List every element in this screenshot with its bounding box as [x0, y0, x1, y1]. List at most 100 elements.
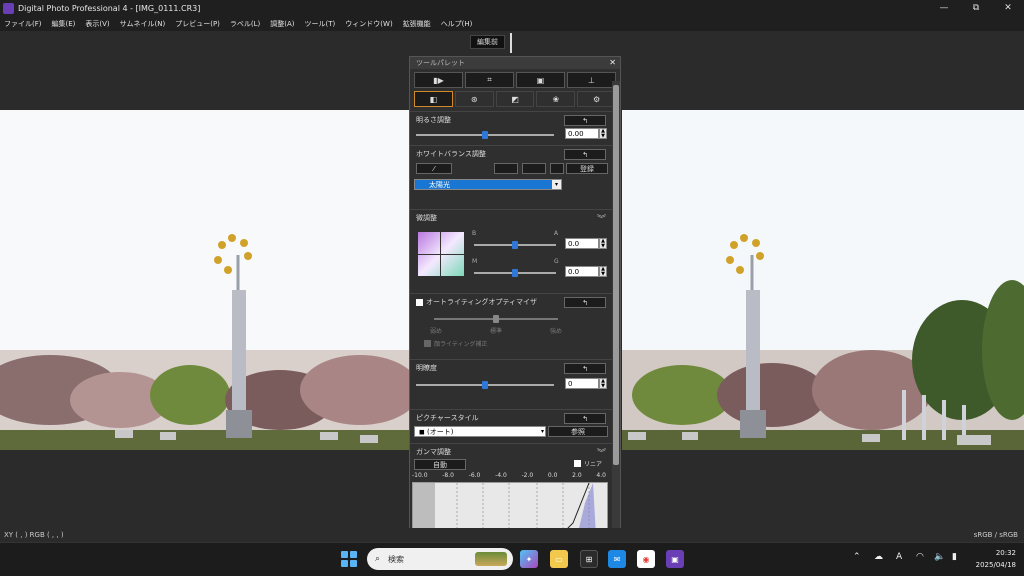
volume-icon[interactable]: 🔈: [934, 552, 945, 562]
palette-tabs-row2: ◧ ⊛ ◩ ❀ ⚙: [410, 88, 620, 107]
clarity-reset-button[interactable]: ↰: [564, 363, 606, 374]
tab-settings[interactable]: ⚙: [577, 91, 616, 107]
wb-preset-value: 太陽光: [429, 181, 450, 189]
alo-slider-thumb[interactable]: [493, 315, 499, 323]
picture-style-browse-button[interactable]: 参照: [548, 426, 608, 437]
picture-style-reset-button[interactable]: ↰: [564, 413, 606, 424]
menu-window[interactable]: ウィンドウ(W): [345, 19, 392, 29]
collapse-chevron-icon[interactable]: ︾: [597, 446, 606, 459]
minimize-button[interactable]: —: [928, 0, 960, 16]
palette-header[interactable]: ツールパレット ✕: [410, 57, 620, 69]
mail-icon[interactable]: ✉: [608, 550, 626, 568]
mg-slider-thumb[interactable]: [512, 269, 518, 277]
tab-basic-image[interactable]: ◧: [414, 91, 453, 107]
face-lighting-checkbox[interactable]: [424, 340, 431, 347]
eyedropper-button[interactable]: ⁄: [416, 163, 452, 174]
mg-slider[interactable]: [474, 269, 556, 277]
wb-custom2-button[interactable]: [522, 163, 546, 174]
start-button[interactable]: [341, 551, 357, 567]
alo-level-low: 弱め: [430, 328, 443, 335]
alo-checkbox[interactable]: [416, 298, 423, 306]
chevron-up-icon[interactable]: ⌃: [853, 552, 861, 562]
ime-indicator[interactable]: A: [896, 552, 902, 562]
menu-view[interactable]: 表示(V): [85, 19, 109, 29]
clarity-slider[interactable]: [416, 381, 554, 389]
title-bar: Digital Photo Professional 4 - [IMG_0111…: [0, 0, 1024, 16]
close-button[interactable]: ✕: [992, 0, 1024, 16]
fine-tune-section: 微調整 ︾ B A 0.0 ▲ ▼ M G 0.0 ▲ ▼: [410, 209, 620, 293]
wifi-icon[interactable]: ◠: [916, 552, 924, 562]
gamma-auto-button[interactable]: 自動: [414, 459, 466, 470]
color-grid[interactable]: [418, 232, 464, 276]
dpp-app-icon[interactable]: ▣: [666, 550, 684, 568]
wb-custom1-button[interactable]: [494, 163, 518, 174]
menu-label[interactable]: ラベル(L): [230, 19, 260, 29]
wb-preset-select[interactable]: 太陽光 ▾: [414, 179, 562, 190]
brightness-value[interactable]: 0.00: [565, 128, 599, 139]
compare-divider-handle[interactable]: [510, 33, 512, 53]
palette-scrollbar[interactable]: [612, 81, 620, 541]
tab-lens[interactable]: ⊛: [454, 91, 494, 107]
mg-value[interactable]: 0.0: [565, 266, 599, 277]
clock-time: 20:32: [995, 549, 1016, 557]
gamma-title: ガンマ調整: [416, 448, 451, 456]
clarity-slider-thumb[interactable]: [482, 381, 488, 389]
brightness-reset-button[interactable]: ↰: [564, 115, 606, 126]
tab-tone-curve[interactable]: ◩: [495, 91, 535, 107]
clarity-value[interactable]: 0: [565, 378, 599, 389]
wb-register-button[interactable]: 登録: [566, 163, 608, 174]
ba-value[interactable]: 0.0: [565, 238, 599, 249]
window-title: Digital Photo Professional 4 - [IMG_0111…: [18, 3, 201, 13]
copilot-icon[interactable]: ✦: [520, 550, 538, 568]
menu-bar: ファイル(F) 編集(E) 表示(V) サムネイル(N) プレビュー(P) ラベ…: [0, 16, 1024, 31]
taskbar-search[interactable]: ⌕ 検索: [367, 548, 513, 570]
menu-extensions[interactable]: 拡張機能: [403, 19, 431, 29]
ba-slider[interactable]: [474, 241, 556, 249]
alo-section: オートライティングオプティマイザ ↰ 弱め 標準 強め 顔ライティング補正: [410, 293, 620, 359]
before-image-pane[interactable]: [0, 110, 410, 450]
menu-help[interactable]: ヘルプ(H): [441, 19, 473, 29]
white-balance-reset-button[interactable]: ↰: [564, 149, 606, 160]
file-explorer-icon[interactable]: ▭: [550, 550, 568, 568]
alo-level-high: 強め: [550, 328, 563, 335]
palette-title: ツールパレット: [416, 59, 465, 67]
menu-file[interactable]: ファイル(F): [4, 19, 42, 29]
ba-spinner[interactable]: ▲ ▼: [599, 238, 607, 249]
chrome-icon[interactable]: ◉: [637, 550, 655, 568]
cloud-icon[interactable]: ☁: [874, 552, 883, 562]
clock[interactable]: 20:32 2025/04/18: [976, 547, 1016, 571]
collapse-chevron-icon[interactable]: ︾: [597, 212, 606, 225]
eyedropper-icon: ⁄: [433, 164, 435, 173]
menu-preview[interactable]: プレビュー(P): [175, 19, 220, 29]
gamma-linear-checkbox[interactable]: [574, 460, 581, 467]
tool-palette: ツールパレット ✕ ▮▶ ⌗ ▣ ⊥ ◧ ⊛ ◩ ❀ ⚙ 明るさ調整 ↰ 0.0…: [409, 56, 621, 542]
alo-slider[interactable]: [434, 315, 558, 323]
menu-adjust[interactable]: 調整(A): [270, 19, 294, 29]
palette-close-icon[interactable]: ✕: [609, 58, 616, 67]
picture-style-section: ピクチャースタイル ↰ ◼ (オート) ▾ 参照: [410, 409, 620, 443]
after-image-pane[interactable]: [622, 110, 1024, 450]
brightness-slider[interactable]: [416, 131, 554, 139]
chevron-down-icon: ▾: [540, 428, 544, 435]
alo-reset-button[interactable]: ↰: [564, 297, 606, 308]
menu-edit[interactable]: 編集(E): [52, 19, 76, 29]
palette-scrollbar-thumb[interactable]: [613, 85, 619, 465]
brightness-slider-thumb[interactable]: [482, 131, 488, 139]
tab-stamp[interactable]: ⊥: [567, 72, 616, 88]
tab-basic-adjust[interactable]: ▮▶: [414, 72, 463, 88]
store-icon[interactable]: ⊞: [580, 550, 598, 568]
battery-icon[interactable]: ▮: [952, 552, 957, 562]
menu-tools[interactable]: ツール(T): [305, 19, 336, 29]
wb-custom3-button[interactable]: [550, 163, 564, 174]
clarity-spinner[interactable]: ▲ ▼: [599, 378, 607, 389]
mg-spinner[interactable]: ▲ ▼: [599, 266, 607, 277]
tab-color[interactable]: ❀: [536, 91, 576, 107]
menu-thumbnail[interactable]: サムネイル(N): [120, 19, 166, 29]
maximize-button[interactable]: ⧉: [960, 0, 992, 16]
tab-crop[interactable]: ⌗: [465, 72, 514, 88]
ba-slider-thumb[interactable]: [512, 241, 518, 249]
cursor-readout: XY ( , ) RGB ( , , ): [4, 531, 64, 539]
tab-dust[interactable]: ▣: [516, 72, 565, 88]
picture-style-select[interactable]: ◼ (オート) ▾: [414, 426, 546, 437]
brightness-spinner[interactable]: ▲ ▼: [599, 128, 607, 139]
